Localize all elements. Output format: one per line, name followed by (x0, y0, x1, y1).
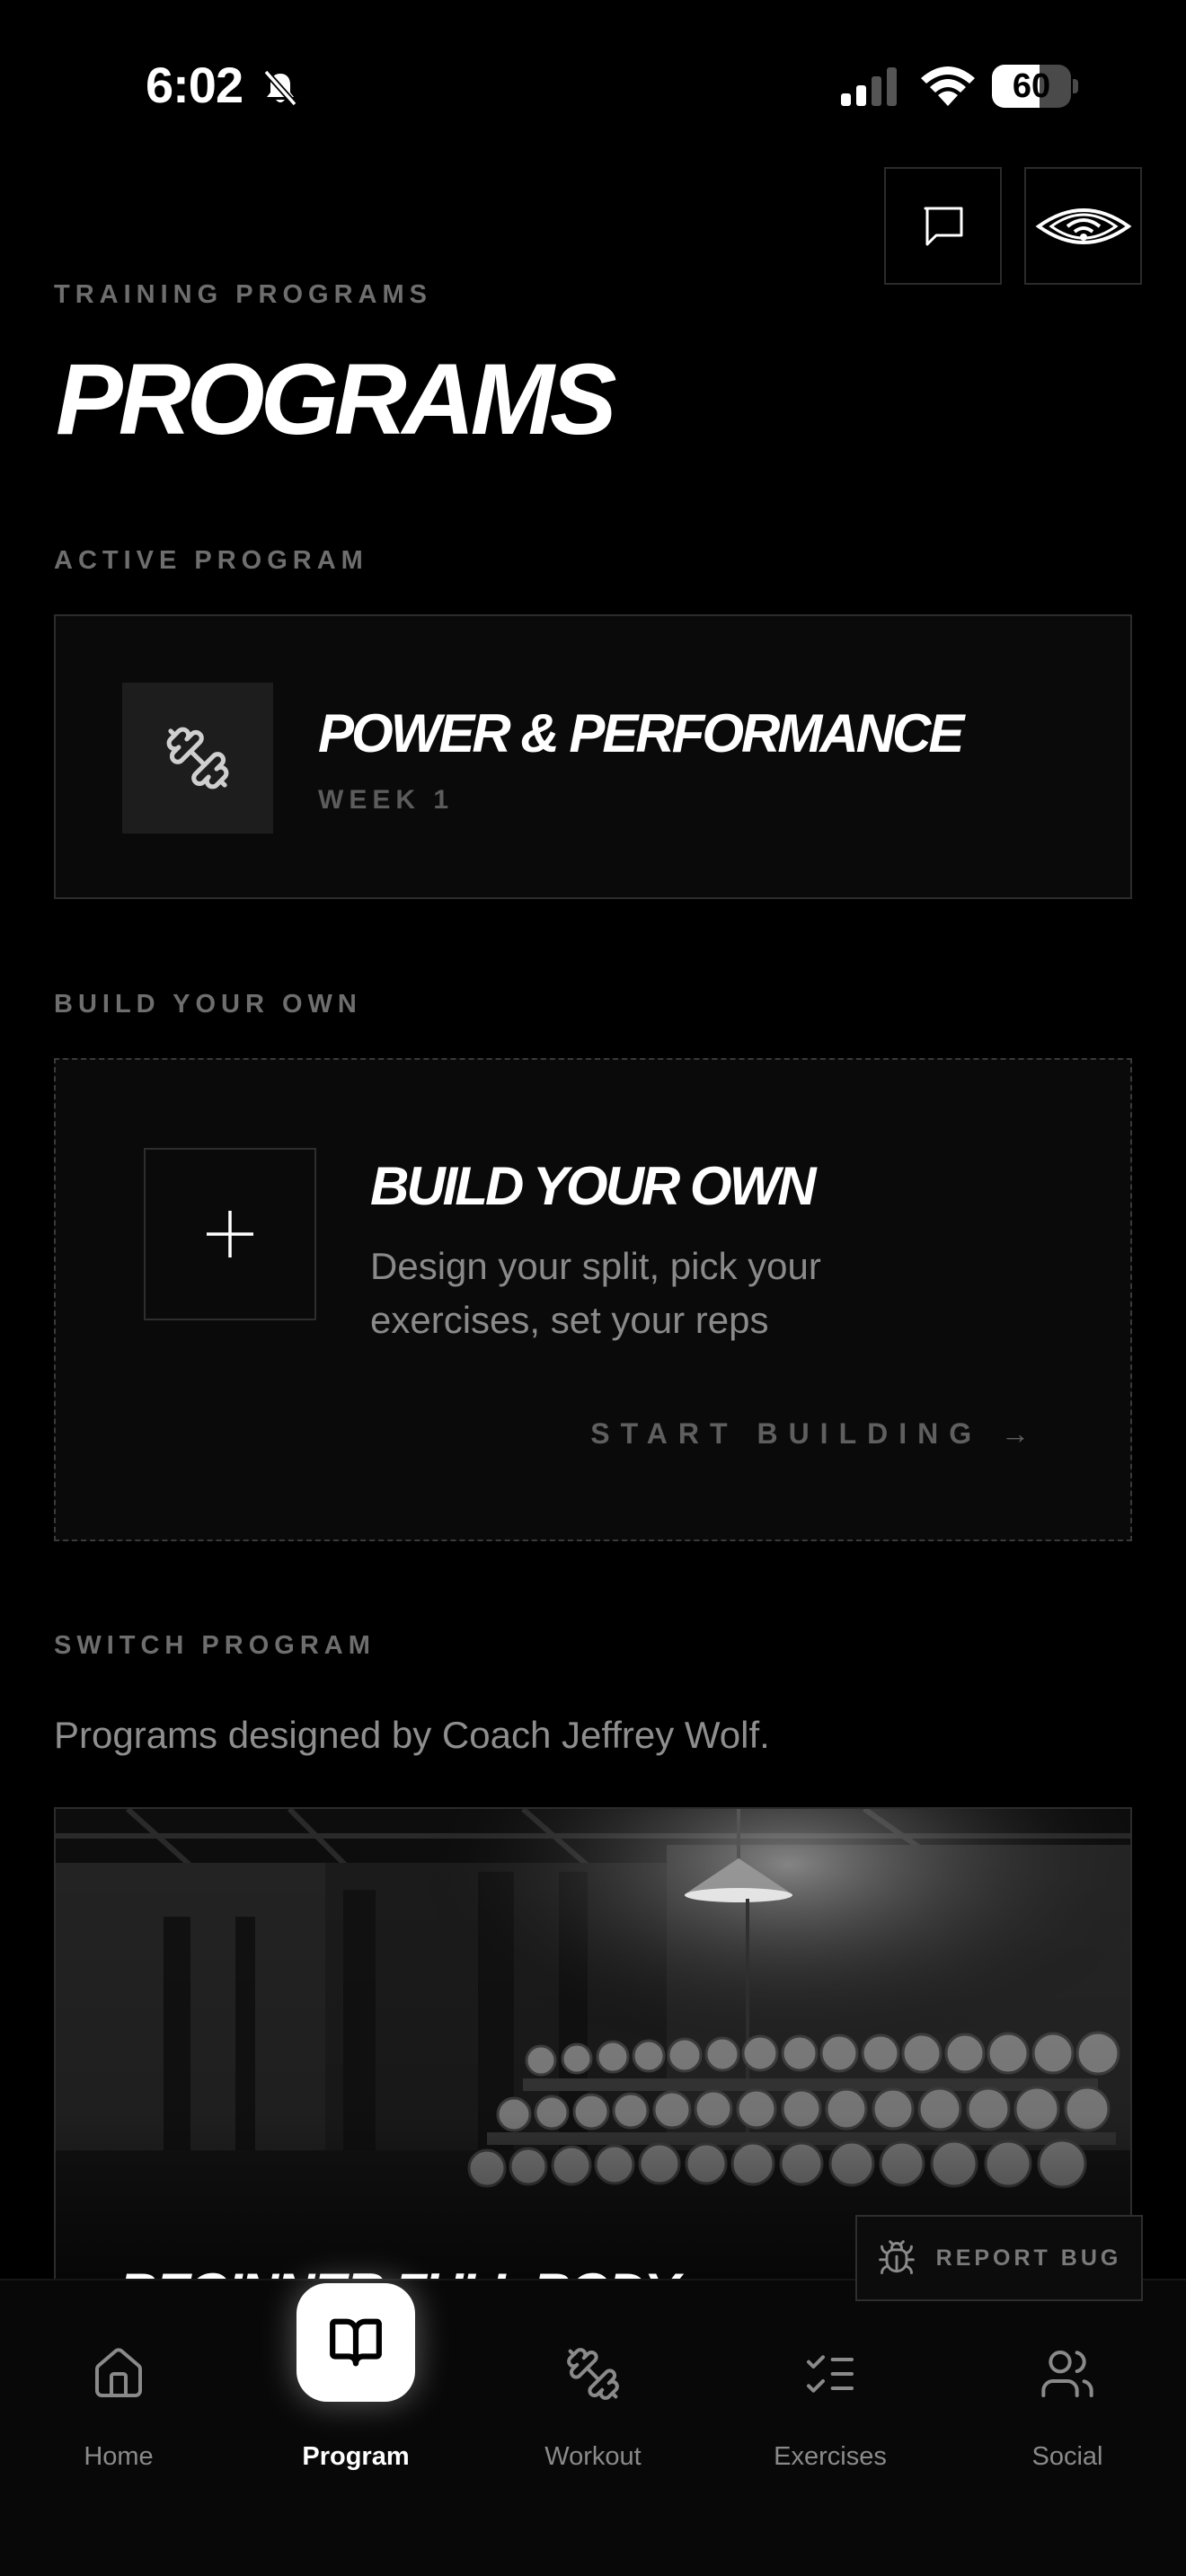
home-icon (95, 2348, 142, 2397)
chat-button[interactable] (884, 167, 1002, 285)
battery-indicator: 60 (992, 65, 1078, 108)
bug-icon (878, 2240, 915, 2274)
checklist-icon (807, 2355, 854, 2393)
active-program-week: WEEK 1 (318, 785, 455, 815)
eye-wifi-icon (1035, 207, 1131, 244)
book-icon (330, 2318, 382, 2367)
tab-bar: Home Program Workout Exercises Social (0, 2279, 1186, 2576)
plus-icon (207, 1211, 253, 1257)
tab-exercises[interactable]: Exercises (731, 2331, 929, 2472)
tab-social[interactable]: Social (969, 2331, 1166, 2472)
program-thumbnail (122, 683, 273, 834)
page-eyebrow: TRAINING PROGRAMS (54, 280, 432, 309)
tab-exercises-label: Exercises (774, 2442, 887, 2471)
chat-icon (924, 207, 962, 245)
active-program-card[interactable]: POWER & PERFORMANCE WEEK 1 (54, 614, 1132, 899)
tab-workout-label: Workout (544, 2442, 642, 2471)
build-your-own-card[interactable]: BUILD YOUR OWN Design your split, pick y… (54, 1058, 1132, 1541)
tab-home[interactable]: Home (20, 2331, 217, 2472)
dumbbell-icon (567, 2348, 619, 2400)
status-time: 6:02 (146, 57, 243, 113)
report-bug-button[interactable]: REPORT BUG (855, 2215, 1143, 2301)
active-program-name: POWER & PERFORMANCE (318, 703, 964, 763)
tab-program-label: Program (302, 2442, 410, 2471)
tab-program-active-indicator[interactable] (296, 2283, 415, 2402)
build-your-own-title: BUILD YOUR OWN (370, 1156, 817, 1216)
eye-button[interactable] (1024, 167, 1142, 285)
build-your-own-description: Design your split, pick your exercises, … (370, 1245, 821, 1341)
dumbbell-icon (166, 727, 229, 790)
switch-program-label: SWITCH PROGRAM (54, 1631, 376, 1660)
start-building-link[interactable]: START BUILDING → (590, 1417, 1040, 1451)
active-program-label: ACTIVE PROGRAM (54, 546, 368, 575)
tab-social-label: Social (1031, 2442, 1103, 2471)
report-bug-label: REPORT BUG (935, 2245, 1122, 2271)
cellular-signal-icon (841, 67, 897, 106)
tab-workout[interactable]: Workout (494, 2331, 692, 2472)
add-program-button[interactable] (144, 1148, 316, 1320)
wifi-icon (921, 66, 975, 106)
users-icon (1041, 2351, 1093, 2397)
battery-level: 60 (1012, 67, 1051, 105)
bell-muted-icon (263, 69, 297, 107)
tab-home-label: Home (84, 2442, 154, 2471)
build-your-own-label: BUILD YOUR OWN (54, 990, 362, 1019)
switch-program-description: Programs designed by Coach Jeffrey Wolf. (54, 1714, 770, 1756)
page-title: PROGRAMS (56, 343, 617, 455)
